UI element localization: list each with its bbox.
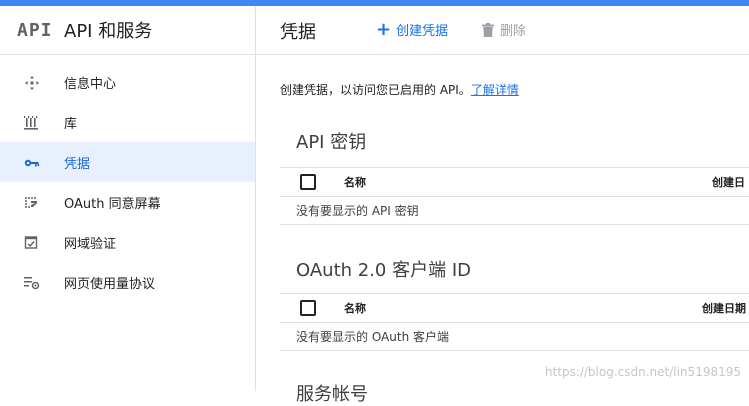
learn-more-link[interactable]: 了解详情 (471, 83, 519, 97)
sidebar-item-label: 库 (64, 117, 78, 132)
intro-text: 创建凭据，以访问您已启用的 API。了解详情 (280, 81, 519, 98)
select-all-api-keys-checkbox[interactable] (300, 174, 316, 190)
trash-icon (482, 22, 494, 37)
consent-screen-icon (24, 195, 40, 209)
product-title[interactable]: API 和服务 (64, 17, 152, 43)
delete-button[interactable]: 删除 (482, 20, 526, 39)
oauth-table-header: 名称 创建日期 (280, 293, 749, 323)
delete-label: 删除 (500, 24, 527, 39)
page-usage-icon (24, 275, 40, 290)
plus-icon: + (376, 18, 392, 40)
sidebar-item-library[interactable]: 库 (0, 102, 255, 142)
sidebar-item-domain-verification[interactable]: 网域验证 (0, 222, 255, 262)
main-header: 凭据 + 创建凭据 删除 (256, 6, 749, 55)
sidebar-item-label: 网页使用量协议 (64, 277, 156, 292)
section-title-service-accounts: 服务帐号 (296, 384, 368, 405)
create-credentials-label: 创建凭据 (396, 24, 449, 39)
sidebar-item-oauth-consent[interactable]: OAuth 同意屏幕 (0, 182, 255, 222)
section-title-api-keys: API 密钥 (296, 132, 367, 153)
api-logo[interactable]: API (17, 20, 53, 41)
select-all-oauth-checkbox[interactable] (300, 300, 316, 316)
page-title: 凭据 (280, 22, 316, 43)
sidebar-item-label: 信息中心 (64, 77, 117, 92)
main-content: 凭据 + 创建凭据 删除 创建凭据，以访问您已启用的 API。了解详情 API … (256, 6, 749, 405)
sidebar-item-page-usage[interactable]: 网页使用量协议 (0, 262, 255, 302)
sidebar-item-label: 凭据 (64, 157, 91, 172)
watermark: https://blog.csdn.net/lin5198195 (544, 365, 741, 379)
sidebar-item-label: OAuth 同意屏幕 (64, 197, 161, 212)
section-title-oauth-client-ids: OAuth 2.0 客户端 ID (296, 260, 471, 281)
dashboard-icon (24, 75, 40, 90)
column-header-name[interactable]: 名称 (344, 174, 366, 190)
library-icon (24, 115, 40, 130)
divider (280, 350, 749, 351)
divider (280, 224, 749, 225)
api-keys-empty-message: 没有要显示的 API 密钥 (296, 204, 419, 218)
oauth-empty-message: 没有要显示的 OAuth 客户端 (296, 330, 449, 344)
column-header-created[interactable]: 创建日期 (702, 300, 746, 316)
sidebar-item-credentials[interactable]: 凭据 (0, 142, 255, 182)
sidebar-item-label: 网域验证 (64, 237, 117, 252)
domain-verification-icon (24, 235, 40, 249)
sidebar: API API 和服务 信息中心 库 凭据 OAuth 同意屏幕 网域验证 网页… (0, 6, 256, 391)
column-header-created[interactable]: 创建日 (712, 174, 745, 190)
sidebar-nav: 信息中心 库 凭据 OAuth 同意屏幕 网域验证 网页使用量协议 (0, 62, 255, 302)
create-credentials-button[interactable]: + 创建凭据 (376, 20, 448, 39)
api-keys-table-header: 名称 创建日 (280, 167, 749, 197)
sidebar-header: API API 和服务 (0, 6, 255, 55)
sidebar-item-dashboard[interactable]: 信息中心 (0, 62, 255, 102)
intro-description: 创建凭据，以访问您已启用的 API。 (280, 83, 471, 97)
key-icon (24, 155, 40, 169)
column-header-name[interactable]: 名称 (344, 300, 366, 316)
